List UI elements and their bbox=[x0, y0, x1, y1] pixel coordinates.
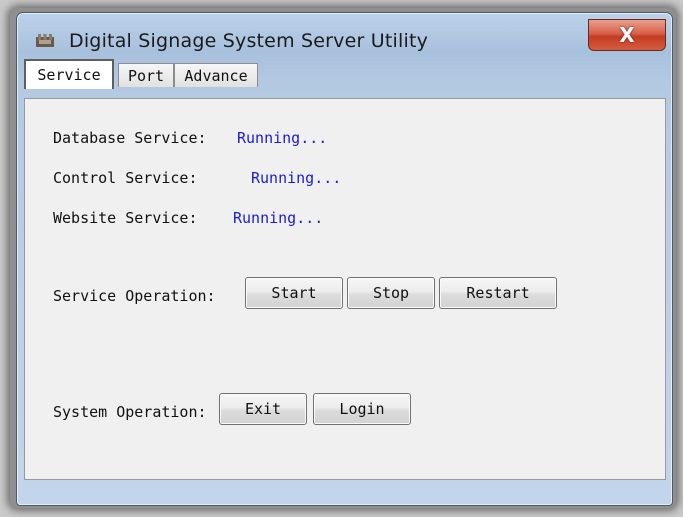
control-service-status: Running... bbox=[251, 169, 342, 187]
window-title: Digital Signage System Server Utility bbox=[69, 30, 429, 52]
database-service-status: Running... bbox=[237, 129, 328, 147]
start-button[interactable]: Start bbox=[245, 277, 343, 309]
system-operation-label: System Operation: bbox=[53, 403, 207, 421]
close-icon: X bbox=[619, 23, 635, 47]
website-service-status: Running... bbox=[233, 209, 324, 227]
control-service-label: Control Service: bbox=[53, 169, 198, 187]
stop-button[interactable]: Stop bbox=[347, 277, 435, 309]
app-icon bbox=[36, 34, 54, 47]
close-button[interactable]: X bbox=[588, 19, 666, 51]
service-panel: Database Service: Running... Control Ser… bbox=[24, 98, 666, 480]
database-service-label: Database Service: bbox=[53, 129, 207, 147]
tab-advance[interactable]: Advance bbox=[174, 63, 258, 87]
service-operation-label: Service Operation: bbox=[53, 287, 216, 305]
tab-service[interactable]: Service bbox=[24, 59, 114, 89]
exit-button[interactable]: Exit bbox=[219, 393, 307, 425]
website-service-label: Website Service: bbox=[53, 209, 198, 227]
restart-button[interactable]: Restart bbox=[439, 277, 557, 309]
title-bar[interactable]: Digital Signage System Server Utility X bbox=[17, 13, 672, 63]
tab-port[interactable]: Port bbox=[118, 63, 174, 87]
login-button[interactable]: Login bbox=[313, 393, 411, 425]
